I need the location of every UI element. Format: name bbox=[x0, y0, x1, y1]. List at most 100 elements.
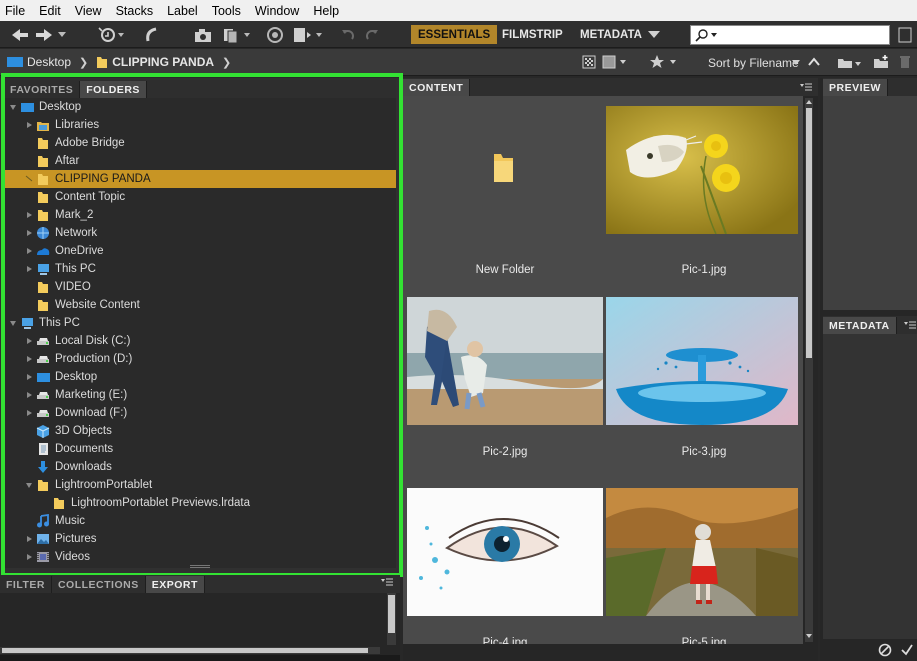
export-scrollbar[interactable] bbox=[387, 593, 396, 645]
chevron-right-icon[interactable] bbox=[24, 390, 34, 400]
delete-icon[interactable] bbox=[899, 55, 911, 69]
breadcrumb-separator-icon[interactable]: ❯ bbox=[79, 56, 88, 69]
new-folder-icon[interactable] bbox=[873, 55, 891, 69]
menu-edit[interactable]: Edit bbox=[39, 4, 61, 18]
tab-collections[interactable]: COLLECTIONS bbox=[52, 576, 146, 593]
menu-view[interactable]: View bbox=[75, 4, 102, 18]
tree-item[interactable]: Website Content bbox=[4, 296, 396, 314]
tree-item[interactable]: Download (F:) bbox=[4, 404, 396, 422]
tree-item[interactable]: Aftar bbox=[4, 152, 396, 170]
tree-item[interactable]: Network bbox=[4, 224, 396, 242]
chevron-right-icon[interactable] bbox=[24, 534, 34, 544]
tab-metadata[interactable]: METADATA bbox=[823, 317, 897, 334]
tree-item[interactable]: This PC bbox=[4, 314, 396, 332]
scroll-up-icon[interactable] bbox=[805, 98, 813, 106]
breadcrumb-separator-icon[interactable]: ❯ bbox=[222, 56, 231, 69]
tab-export[interactable]: EXPORT bbox=[145, 576, 205, 593]
tree-item[interactable]: Content Topic bbox=[4, 188, 396, 206]
forward-icon[interactable] bbox=[34, 25, 54, 44]
tree-item[interactable]: CLIPPING PANDA bbox=[4, 170, 396, 188]
tab-preview[interactable]: PREVIEW bbox=[823, 79, 888, 96]
sort-ascending-icon[interactable] bbox=[808, 57, 820, 67]
search-options-icon[interactable] bbox=[711, 33, 717, 37]
tree-item[interactable]: Adobe Bridge bbox=[4, 134, 396, 152]
breadcrumb-folder[interactable]: CLIPPING PANDA bbox=[96, 55, 214, 69]
panel-resize-handle[interactable] bbox=[190, 565, 210, 568]
tree-item[interactable]: VIDEO bbox=[4, 278, 396, 296]
tree-item[interactable]: Mark_2 bbox=[4, 206, 396, 224]
sort-chevron-down-icon[interactable] bbox=[792, 60, 800, 65]
workspace-metadata[interactable]: METADATA bbox=[573, 25, 649, 44]
tree-item[interactable]: Documents bbox=[4, 440, 396, 458]
chevron-down-icon[interactable] bbox=[24, 480, 34, 490]
panel-menu-icon[interactable] bbox=[380, 577, 394, 587]
workspace-essentials[interactable]: ESSENTIALS bbox=[411, 25, 498, 44]
tree-item[interactable]: LightroomPortablet Previews.lrdata bbox=[4, 494, 396, 512]
workspace-filmstrip[interactable]: FILMSTRIP bbox=[495, 25, 570, 44]
chevron-down-icon[interactable] bbox=[8, 318, 18, 328]
tab-filter[interactable]: FILTER bbox=[0, 576, 52, 593]
chevron-right-icon[interactable] bbox=[24, 336, 34, 346]
rotate-right-icon[interactable] bbox=[364, 25, 380, 44]
search-box[interactable] bbox=[690, 25, 890, 45]
apply-check-icon[interactable] bbox=[900, 643, 914, 657]
chevron-right-icon[interactable] bbox=[24, 210, 34, 220]
chevron-right-icon[interactable] bbox=[24, 264, 34, 274]
metadata-menu-icon[interactable] bbox=[904, 320, 916, 330]
workspace-menu-chevron-icon[interactable] bbox=[648, 25, 660, 44]
tree-item[interactable]: This PC bbox=[4, 260, 396, 278]
tab-folders[interactable]: FOLDERS bbox=[80, 81, 147, 98]
tree-item[interactable]: Production (D:) bbox=[4, 350, 396, 368]
minimize-panel-icon[interactable] bbox=[898, 25, 912, 44]
search-input[interactable] bbox=[719, 27, 879, 43]
camera-icon[interactable] bbox=[192, 25, 214, 44]
menu-tools[interactable]: Tools bbox=[212, 4, 241, 18]
tree-item[interactable]: Desktop bbox=[4, 98, 396, 116]
view-options-icon[interactable] bbox=[602, 55, 628, 69]
chevron-right-icon[interactable] bbox=[24, 228, 34, 238]
back-icon[interactable] bbox=[10, 25, 30, 44]
chevron-right-icon[interactable] bbox=[24, 246, 34, 256]
tree-item[interactable]: Libraries bbox=[4, 116, 396, 134]
refine-icon[interactable] bbox=[266, 25, 284, 44]
breadcrumb-desktop[interactable]: Desktop bbox=[7, 55, 71, 69]
return-icon[interactable] bbox=[142, 25, 160, 44]
tree-item[interactable]: LightroomPortablet bbox=[4, 476, 396, 494]
chevron-right-icon[interactable] bbox=[24, 354, 34, 364]
export-horizontal-scrollbar[interactable] bbox=[0, 647, 380, 654]
menu-label[interactable]: Label bbox=[167, 4, 198, 18]
menu-stacks[interactable]: Stacks bbox=[116, 4, 154, 18]
tree-item[interactable]: Videos bbox=[4, 548, 396, 566]
chevron-right-icon[interactable] bbox=[24, 552, 34, 562]
tree-item[interactable]: Local Disk (C:) bbox=[4, 332, 396, 350]
open-with-icon[interactable] bbox=[292, 25, 326, 44]
thumbnail-quality-icon[interactable] bbox=[582, 55, 596, 69]
tree-item[interactable]: Pictures bbox=[4, 530, 396, 548]
chevron-down-icon[interactable] bbox=[58, 25, 66, 44]
tree-item[interactable]: Downloads bbox=[4, 458, 396, 476]
tab-favorites[interactable]: FAVORITES bbox=[4, 81, 81, 98]
tree-item[interactable]: 3D Objects bbox=[4, 422, 396, 440]
tree-item[interactable]: Desktop bbox=[4, 368, 396, 386]
tree-item[interactable]: OneDrive bbox=[4, 242, 396, 260]
chevron-right-icon[interactable] bbox=[24, 120, 34, 130]
cancel-icon[interactable] bbox=[878, 643, 892, 657]
menu-help[interactable]: Help bbox=[313, 4, 339, 18]
tree-item[interactable]: Music bbox=[4, 512, 396, 530]
recent-folder-icon[interactable] bbox=[98, 25, 126, 44]
open-recent-icon[interactable] bbox=[837, 56, 863, 70]
scroll-down-icon[interactable] bbox=[805, 632, 813, 640]
tab-content[interactable]: CONTENT bbox=[403, 79, 471, 96]
copy-icon[interactable] bbox=[222, 25, 252, 44]
sort-dropdown[interactable]: Sort by Filename bbox=[708, 56, 799, 70]
scrollbar-thumb[interactable] bbox=[806, 108, 812, 358]
chevron-down-icon[interactable] bbox=[8, 102, 18, 112]
chevron-right-icon[interactable] bbox=[24, 408, 34, 418]
rotate-left-icon[interactable] bbox=[340, 25, 356, 44]
tree-item[interactable]: Marketing (E:) bbox=[4, 386, 396, 404]
content-scrollbar[interactable] bbox=[805, 98, 813, 642]
menu-window[interactable]: Window bbox=[255, 4, 299, 18]
chevron-right-icon[interactable] bbox=[24, 372, 34, 382]
content-panel-menu-icon[interactable] bbox=[799, 82, 813, 92]
menu-file[interactable]: File bbox=[5, 4, 25, 18]
